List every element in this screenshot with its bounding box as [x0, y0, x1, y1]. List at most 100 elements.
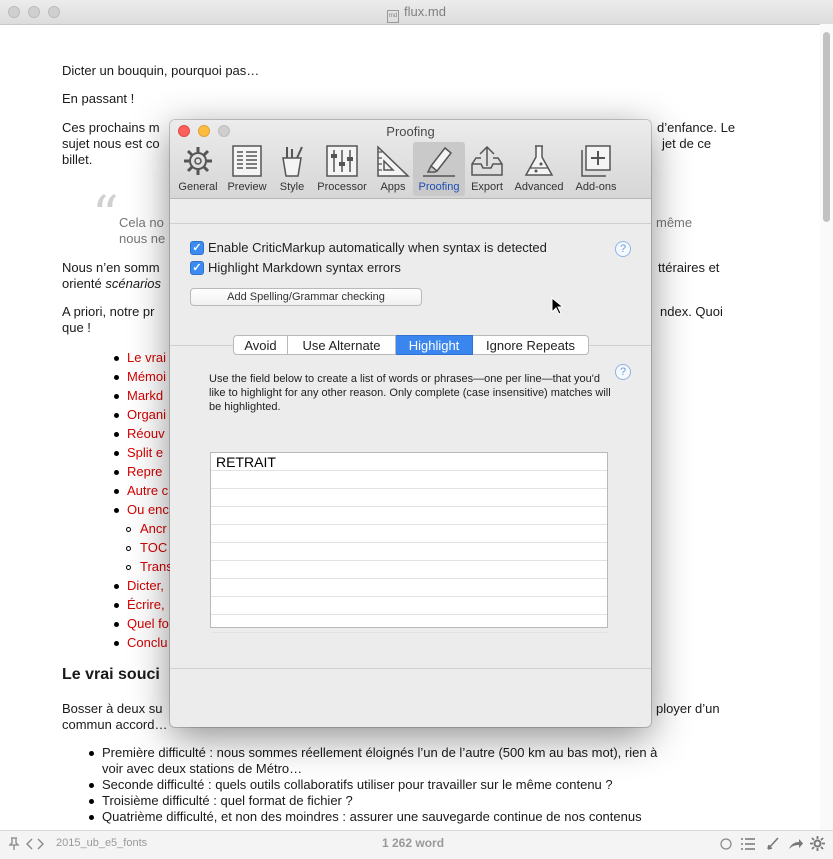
- gear-icon[interactable]: [810, 836, 825, 851]
- status-filename[interactable]: 2015_ub_e5_fonts: [56, 837, 147, 849]
- progress-circle-icon[interactable]: [720, 838, 732, 850]
- quote-fragment: Cela no: [119, 215, 164, 230]
- toc-item-link[interactable]: Réouv: [127, 426, 165, 442]
- help-icon[interactable]: ?: [615, 241, 631, 257]
- toc-item-link[interactable]: Mémoi: [127, 369, 166, 385]
- tab-style-label: Style: [279, 181, 305, 193]
- window-title: md flux.md: [0, 4, 833, 23]
- list-icon[interactable]: [741, 838, 755, 850]
- tab-apps[interactable]: Apps: [373, 142, 413, 196]
- bullet-icon: [114, 413, 119, 418]
- flask-icon: [521, 144, 557, 178]
- paragraph-fragment: sujet nous est co: [62, 136, 160, 151]
- segment-avoid[interactable]: Avoid: [233, 335, 288, 355]
- pen-icon[interactable]: [766, 836, 780, 851]
- word-count[interactable]: 1 262 word: [382, 836, 444, 850]
- pin-icon[interactable]: [8, 837, 20, 851]
- highlight-description: Use the field below to create a list of …: [209, 373, 611, 413]
- bullet-icon: [89, 783, 94, 788]
- tab-general-label: General: [178, 181, 218, 193]
- word-list-row[interactable]: [211, 507, 607, 525]
- paragraph-fragment: que !: [62, 320, 91, 335]
- bullet-icon: [114, 470, 119, 475]
- tab-preview[interactable]: Preview: [224, 142, 270, 196]
- toc-item-link[interactable]: Ou enc: [127, 502, 169, 518]
- share-icon[interactable]: [788, 837, 804, 850]
- gear-icon: [180, 144, 216, 178]
- bullet-icon: [114, 356, 119, 361]
- tab-advanced[interactable]: Advanced: [510, 142, 568, 196]
- dialog-title: Proofing: [386, 124, 435, 139]
- scrollbar-thumb[interactable]: [823, 32, 830, 222]
- tab-style[interactable]: Style: [273, 142, 311, 196]
- list-item: voir avec deux stations de Métro…: [102, 761, 303, 776]
- paragraph-text: orienté: [62, 276, 102, 291]
- criticmarkup-label[interactable]: Enable CriticMarkup automatically when s…: [208, 240, 547, 255]
- toc-item-link[interactable]: Repre: [127, 464, 162, 480]
- paragraph-fragment: Nous n’en somm: [62, 260, 160, 275]
- toc-subitem-link[interactable]: TOC: [140, 540, 167, 556]
- highlight-syntax-label[interactable]: Highlight Markdown syntax errors: [208, 260, 401, 275]
- divider: [170, 223, 651, 224]
- toc-item-link[interactable]: Conclu: [127, 635, 167, 651]
- paragraph-italic: scénarios: [105, 276, 162, 291]
- bullet-icon: [126, 565, 131, 570]
- add-spelling-button[interactable]: Add Spelling/Grammar checking: [190, 288, 422, 306]
- toc-item-link[interactable]: Split e: [127, 445, 163, 461]
- brushes-icon: [274, 144, 310, 178]
- list-item: Première difficulté : nous sommes réelle…: [102, 745, 658, 760]
- toc-item-link[interactable]: Autre c: [127, 483, 168, 499]
- code-toggle-icon[interactable]: [26, 837, 44, 851]
- toc-item-link[interactable]: Organi: [127, 407, 166, 423]
- bullet-icon: [114, 451, 119, 456]
- tab-add-ons[interactable]: Add-ons: [571, 142, 621, 196]
- paragraph-fragment: ndex. Quoi: [660, 304, 723, 319]
- paragraph-fragment: orienté scénarios: [62, 276, 161, 292]
- word-list-row[interactable]: [211, 489, 607, 507]
- paragraph-fragment: Ces prochains m: [62, 120, 160, 135]
- highlight-syntax-checkbox[interactable]: ✓: [190, 261, 204, 275]
- segment-use-alternate[interactable]: Use Alternate: [288, 335, 396, 355]
- bullet-icon: [89, 815, 94, 820]
- toc-subitem-link[interactable]: Trans: [140, 559, 173, 575]
- tab-proofing[interactable]: Proofing: [413, 142, 465, 196]
- toc-item-link[interactable]: Markd: [127, 388, 163, 404]
- word-list-row[interactable]: RETRAIT: [211, 453, 607, 471]
- bullet-icon: [114, 394, 119, 399]
- highlight-word-list[interactable]: RETRAIT: [210, 452, 608, 633]
- paragraph-fragment: d’enfance. Le: [657, 120, 736, 135]
- bullet-icon: [89, 751, 94, 756]
- tab-general[interactable]: General: [175, 142, 221, 196]
- word-list-row[interactable]: [211, 615, 607, 633]
- segment-highlight[interactable]: Highlight: [396, 335, 473, 355]
- word-list-row[interactable]: [211, 543, 607, 561]
- tab-export-label: Export: [471, 181, 503, 193]
- bullet-icon: [126, 527, 131, 532]
- bullet-icon: [114, 432, 119, 437]
- list-item: Troisième difficulté : quel format de fi…: [102, 793, 353, 808]
- word-list-row[interactable]: [211, 561, 607, 579]
- highlighter-icon: [421, 144, 457, 178]
- toc-subitem-link[interactable]: Ancr: [140, 521, 167, 537]
- toc-item-link[interactable]: Écrire,: [127, 597, 165, 613]
- word-list-row[interactable]: [211, 579, 607, 597]
- word-list-row[interactable]: [211, 471, 607, 489]
- segment-ignore-repeats[interactable]: Ignore Repeats: [473, 335, 589, 355]
- paragraph: En passant !: [62, 91, 135, 106]
- tab-processor[interactable]: Processor: [314, 142, 370, 196]
- bullet-icon: [114, 375, 119, 380]
- word-list-row[interactable]: [211, 525, 607, 543]
- toc-item-link[interactable]: Dicter,: [127, 578, 164, 594]
- list-item: Seconde difficulté : quels outils collab…: [102, 777, 613, 792]
- toc-item-link[interactable]: Le vrai: [127, 350, 166, 366]
- word-list-row[interactable]: [211, 597, 607, 615]
- window-title-text: flux.md: [404, 4, 446, 19]
- quote-fragment: nous ne: [119, 231, 166, 246]
- quote-mark-icon: “: [92, 186, 119, 246]
- criticmarkup-checkbox[interactable]: ✓: [190, 241, 204, 255]
- bullet-icon: [114, 603, 119, 608]
- toc-item-link[interactable]: Quel fo: [127, 616, 169, 632]
- paragraph-fragment: jet de ce: [662, 136, 712, 151]
- list-item: Quatrième difficulté, et non des moindre…: [102, 809, 642, 824]
- tab-export[interactable]: Export: [467, 142, 507, 196]
